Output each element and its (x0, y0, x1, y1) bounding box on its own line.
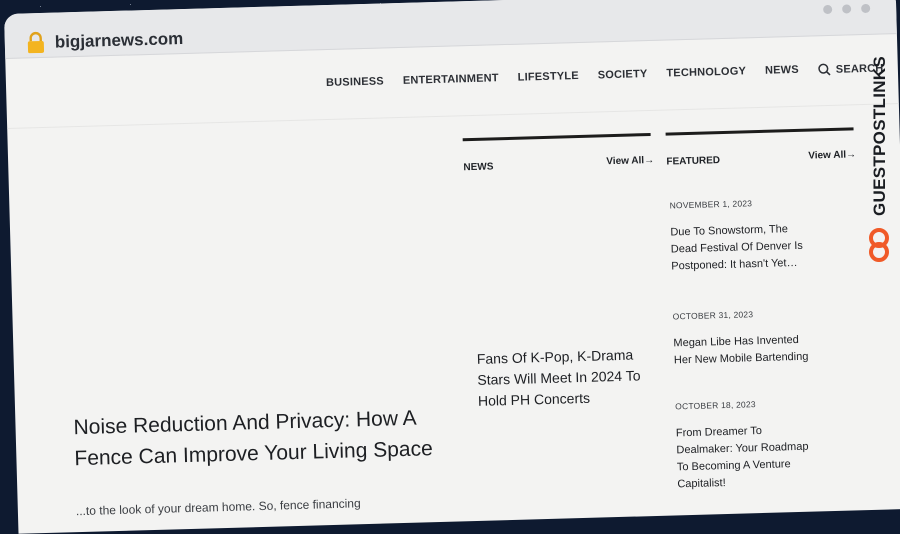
arrow-right-icon: → (845, 149, 857, 161)
browser-window: bigjarnews.com BUSINESS ENTERTAINMENT LI… (4, 0, 900, 534)
link-logo-icon (869, 228, 889, 262)
window-dot[interactable] (861, 3, 871, 14)
nav-business[interactable]: BUSINESS (326, 75, 384, 90)
featured-item-date: OCTOBER 18, 2023 (675, 399, 756, 412)
hero-article-excerpt: ...to the look of your dream home. So, f… (75, 496, 361, 519)
featured-item-title[interactable]: Megan Libe Has Invented Her New Mobile B… (673, 332, 814, 370)
hero-article-title[interactable]: Noise Reduction And Privacy: How A Fence… (73, 402, 435, 474)
search-icon (818, 63, 831, 76)
lock-icon (27, 31, 45, 54)
nav-lifestyle[interactable]: LIFESTYLE (518, 70, 579, 85)
window-dot[interactable] (823, 4, 833, 15)
news-view-all-link[interactable]: View All→ (606, 155, 654, 167)
window-dot[interactable] (842, 4, 852, 14)
news-view-all-label: View All (606, 155, 645, 168)
news-column-rule (462, 132, 651, 142)
nav-technology[interactable]: TECHNOLOGY (666, 65, 746, 80)
featured-view-all-link[interactable]: View All→ (808, 149, 856, 161)
nav-society[interactable]: SOCIETY (598, 68, 648, 82)
featured-heading: FEATURED (666, 155, 721, 168)
main-navigation: BUSINESS ENTERTAINMENT LIFESTYLE SOCIETY… (326, 61, 884, 90)
featured-view-all-label: View All (808, 149, 847, 162)
guestpostlinks-watermark: GUESTPOSTLINKS (860, 40, 900, 280)
featured-item-title[interactable]: From Dreamer To Dealmaker: Your Roadmap … (676, 421, 818, 493)
news-article-title[interactable]: Fans Of K-Pop, K-Drama Stars Will Meet I… (477, 344, 669, 412)
featured-column-rule (665, 127, 854, 136)
news-heading: NEWS (463, 161, 494, 174)
nav-entertainment[interactable]: ENTERTAINMENT (403, 72, 499, 88)
arrow-right-icon: → (643, 154, 655, 167)
watermark-text: GUESTPOSTLINKS (870, 55, 889, 217)
address-bar-url[interactable]: bigjarnews.com (55, 29, 184, 53)
featured-item-date: NOVEMBER 1, 2023 (669, 198, 753, 211)
window-controls (823, 3, 871, 15)
nav-news[interactable]: NEWS (765, 64, 799, 78)
nav-divider (7, 103, 899, 129)
featured-item-date: OCTOBER 31, 2023 (672, 309, 754, 322)
featured-item-title[interactable]: Due To Snowstorm, The Dead Festival Of D… (670, 221, 811, 276)
